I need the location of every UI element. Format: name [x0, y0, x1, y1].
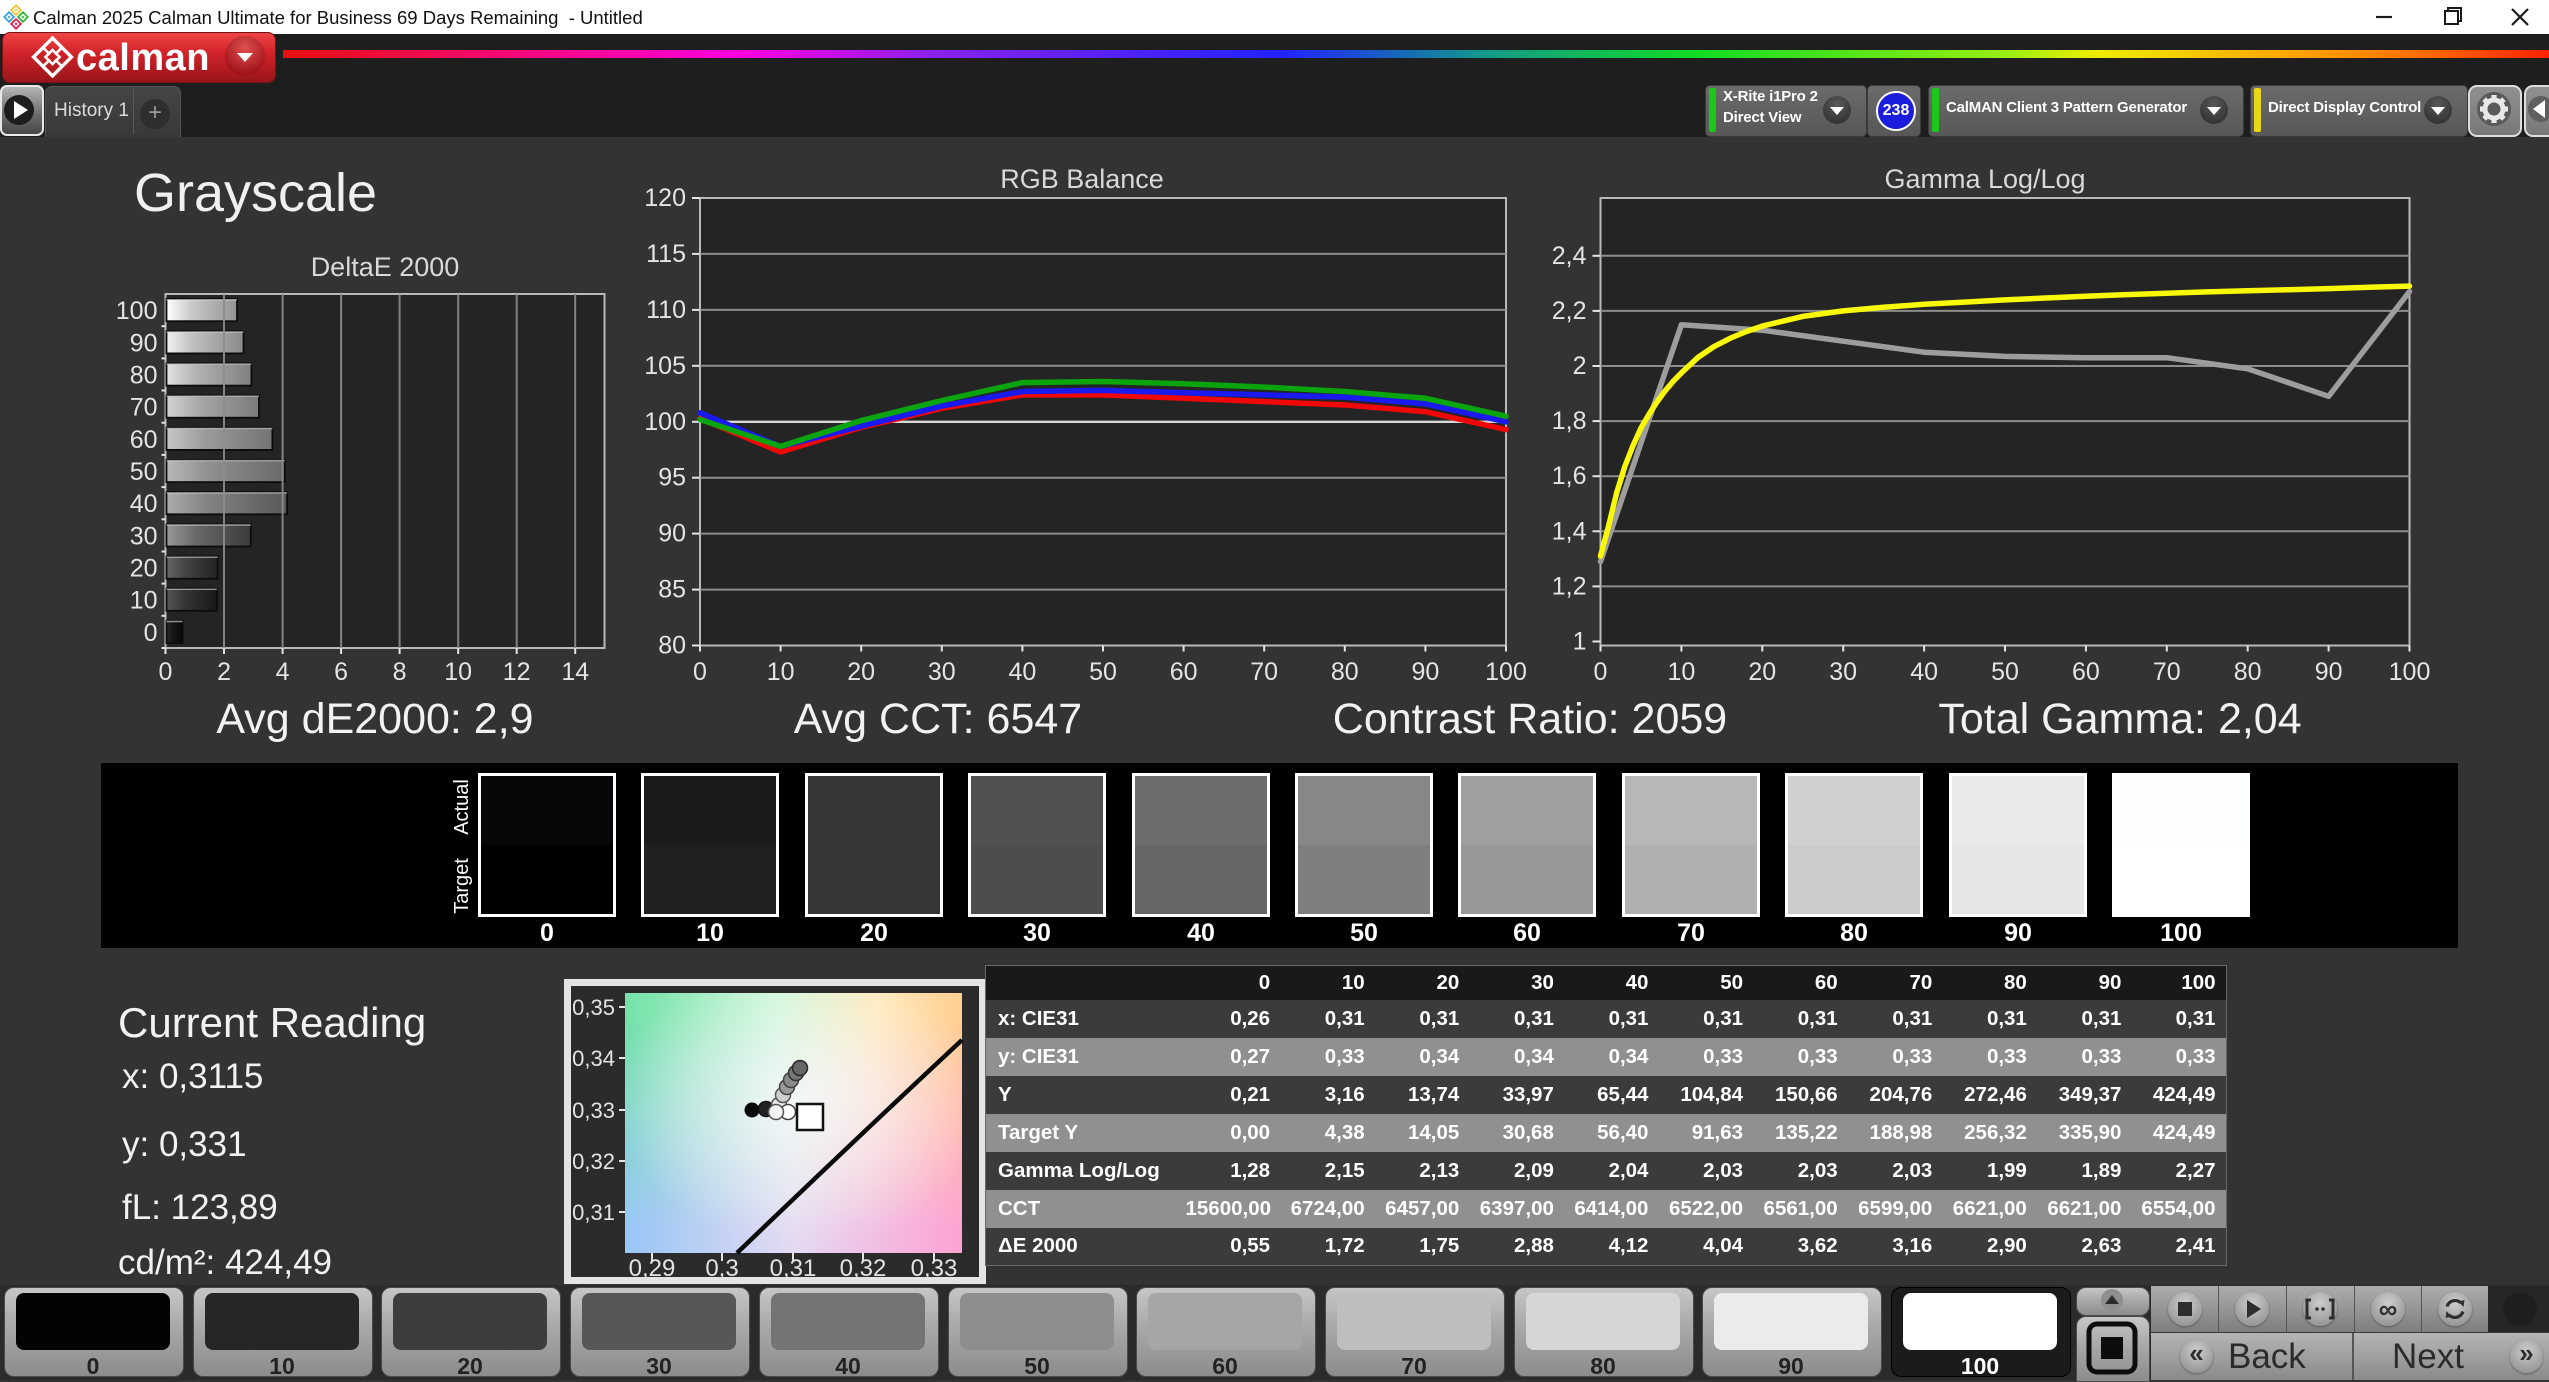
- svg-text:20: 20: [847, 658, 875, 686]
- svg-text:90: 90: [130, 329, 158, 357]
- svg-text:0,31: 0,31: [572, 1200, 615, 1225]
- svg-text:Total Gamma: 2,04: Total Gamma: 2,04: [1938, 695, 2301, 743]
- svg-text:DeltaE 2000: DeltaE 2000: [311, 252, 460, 282]
- svg-text:2,4: 2,4: [1552, 242, 1587, 270]
- svg-text:RGB Balance: RGB Balance: [1000, 164, 1164, 194]
- svg-text:4: 4: [276, 658, 290, 686]
- svg-text:Actual: Actual: [451, 779, 473, 835]
- svg-text:1,2: 1,2: [1552, 572, 1587, 600]
- svg-text:100: 100: [1485, 658, 1527, 686]
- svg-text:6: 6: [334, 658, 348, 686]
- svg-text:60: 60: [130, 426, 158, 454]
- svg-text:8: 8: [393, 658, 407, 686]
- svg-text:100: 100: [116, 297, 158, 325]
- svg-text:10: 10: [1667, 658, 1695, 686]
- svg-text:50: 50: [130, 458, 158, 486]
- svg-text:1,8: 1,8: [1552, 407, 1587, 435]
- svg-text:Avg dE2000: 2,9: Avg dE2000: 2,9: [216, 695, 533, 743]
- svg-text:110: 110: [646, 296, 686, 324]
- svg-text:40: 40: [1008, 658, 1036, 686]
- svg-text:60: 60: [2072, 658, 2100, 686]
- svg-text:105: 105: [644, 352, 686, 380]
- svg-text:Avg CCT: 6547: Avg CCT: 6547: [794, 695, 1082, 743]
- svg-text:10: 10: [130, 587, 158, 615]
- svg-text:80: 80: [2234, 658, 2262, 686]
- svg-text:12: 12: [503, 658, 531, 686]
- svg-text:80: 80: [130, 361, 158, 389]
- svg-text:85: 85: [658, 576, 686, 604]
- svg-text:50: 50: [1991, 658, 2019, 686]
- svg-text:30: 30: [130, 522, 158, 550]
- svg-text:14: 14: [561, 658, 589, 686]
- svg-text:115: 115: [646, 240, 686, 268]
- svg-text:40: 40: [130, 490, 158, 518]
- svg-text:0: 0: [159, 658, 173, 686]
- svg-text:0: 0: [693, 658, 707, 686]
- svg-text:120: 120: [644, 184, 686, 212]
- svg-text:Gamma Log/Log: Gamma Log/Log: [1884, 164, 2085, 194]
- svg-text:10: 10: [444, 658, 472, 686]
- svg-text:90: 90: [1411, 658, 1439, 686]
- svg-text:70: 70: [1250, 658, 1278, 686]
- svg-text:100: 100: [2389, 658, 2431, 686]
- svg-text:0: 0: [1594, 658, 1608, 686]
- svg-text:30: 30: [1829, 658, 1857, 686]
- svg-text:2: 2: [217, 658, 231, 686]
- svg-text:Target: Target: [451, 858, 473, 914]
- svg-text:2: 2: [1573, 352, 1587, 380]
- svg-text:60: 60: [1170, 658, 1198, 686]
- svg-text:1,4: 1,4: [1552, 517, 1587, 545]
- svg-text:0,33: 0,33: [572, 1098, 615, 1123]
- svg-text:0,35: 0,35: [572, 995, 615, 1020]
- svg-text:0: 0: [144, 619, 158, 647]
- svg-text:1,6: 1,6: [1552, 462, 1587, 490]
- svg-text:1: 1: [1573, 628, 1587, 656]
- svg-text:Contrast Ratio: 2059: Contrast Ratio: 2059: [1333, 695, 1727, 743]
- svg-text:95: 95: [658, 464, 686, 492]
- svg-text:50: 50: [1089, 658, 1117, 686]
- svg-text:20: 20: [1748, 658, 1776, 686]
- svg-text:70: 70: [2153, 658, 2181, 686]
- svg-text:0,34: 0,34: [572, 1046, 615, 1071]
- svg-text:100: 100: [644, 408, 686, 436]
- svg-text:20: 20: [130, 555, 158, 583]
- svg-text:0,32: 0,32: [572, 1149, 615, 1174]
- svg-text:30: 30: [928, 658, 956, 686]
- svg-text:90: 90: [658, 520, 686, 548]
- svg-text:80: 80: [658, 632, 686, 660]
- svg-text:40: 40: [1910, 658, 1938, 686]
- svg-text:10: 10: [767, 658, 795, 686]
- svg-text:80: 80: [1331, 658, 1359, 686]
- svg-text:90: 90: [2315, 658, 2343, 686]
- svg-text:2,2: 2,2: [1552, 297, 1587, 325]
- svg-text:70: 70: [130, 394, 158, 422]
